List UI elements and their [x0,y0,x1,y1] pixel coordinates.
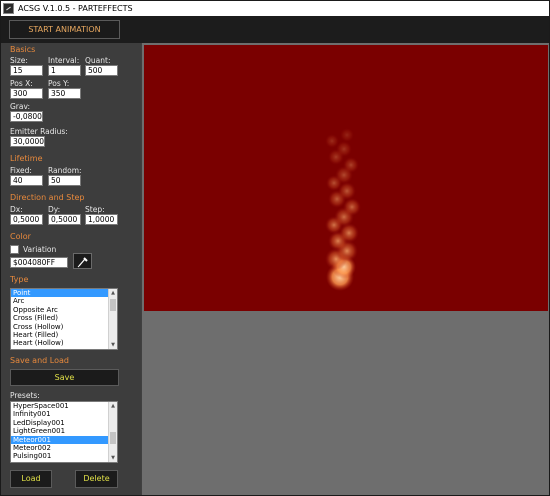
delete-button[interactable]: Delete [75,470,118,488]
save-load-heading: Save and Load [10,356,69,365]
step-input[interactable]: 1,0000 [85,214,118,225]
scrollbar-thumb[interactable] [110,299,116,311]
dx-label: Dx: [10,205,23,214]
scroll-up-icon[interactable]: ▲ [109,289,117,297]
scrollbar-thumb[interactable] [110,432,116,444]
pos-y-input[interactable]: 350 [48,88,81,99]
dy-input[interactable]: 0,5000 [48,214,81,225]
presets-label: Presets: [10,391,40,400]
fixed-label: Fixed: [10,166,32,175]
color-heading: Color [10,232,31,241]
quant-label: Quant: [85,56,111,65]
particle-canvas[interactable] [144,45,548,311]
quant-input[interactable]: 500 [85,65,118,76]
interval-label: Interval: [48,56,80,65]
direction-heading: Direction and Step [10,193,85,202]
grav-input[interactable]: -0,0800 [10,111,43,122]
pos-x-label: Pos X: [10,79,33,88]
eyedropper-icon [77,257,88,268]
lifetime-fixed-input[interactable]: 40 [10,175,43,186]
list-item[interactable]: Heart (Hollow) [11,339,117,347]
settings-panel: Basics Size: Interval: Quant: 15 1 500 P… [1,43,141,495]
scroll-up-icon[interactable]: ▲ [109,402,117,410]
step-label: Step: [85,205,105,214]
app-window: ACSG V.1.0.5 - PARTEFFECTS START ANIMATI… [0,0,550,496]
dx-input[interactable]: 0,5000 [10,214,43,225]
preview-area [142,43,549,495]
window-title: ACSG V.1.0.5 - PARTEFFECTS [18,4,133,13]
list-item[interactable]: LedDisplay001 [11,419,117,427]
emitter-radius-input[interactable]: 30,0000 [10,136,45,147]
scroll-down-icon[interactable]: ▼ [109,341,117,349]
save-button[interactable]: Save [10,369,119,386]
type-listbox[interactable]: Point Arc Opposite Arc Cross (Filled) Cross … [10,288,118,350]
emitter-radius-label: Emitter Radius: [10,127,68,136]
particle-effect [325,128,361,291]
list-item[interactable]: Point [11,289,117,298]
presets-scrollbar[interactable]: ▲ ▼ [108,402,117,462]
interval-input[interactable]: 1 [48,65,81,76]
particle [325,134,339,148]
grav-label: Grav: [10,102,31,111]
basics-heading: Basics [10,45,36,54]
type-heading: Type [10,275,29,284]
start-animation-button[interactable]: START ANIMATION [9,20,120,39]
color-value-input[interactable]: $004080FF [10,257,68,268]
variation-checkbox[interactable] [10,245,19,254]
random-label: Random: [48,166,82,175]
title-bar: ACSG V.1.0.5 - PARTEFFECTS [1,1,549,16]
list-item[interactable]: HyperSpace001 [11,402,117,410]
size-label: Size: [10,56,28,65]
pos-y-label: Pos Y: [48,79,70,88]
scroll-down-icon[interactable]: ▼ [109,454,117,462]
list-item[interactable]: Meteor001 [11,435,117,444]
list-item[interactable]: Cross (Hollow) [11,323,117,331]
list-item[interactable]: Cross (Filled) [11,314,117,322]
size-input[interactable]: 15 [10,65,43,76]
pos-x-input[interactable]: 300 [10,88,43,99]
load-button[interactable]: Load [10,470,52,488]
list-item[interactable]: Opposite Arc [11,306,117,314]
particle [340,128,354,142]
lifetime-heading: Lifetime [10,154,43,163]
variation-label: Variation [23,245,57,254]
particle [343,157,359,173]
list-item[interactable]: Meteor002 [11,444,117,452]
presets-listbox[interactable]: HyperSpace001 Infinity001 LedDisplay001 Lig… [10,401,118,463]
type-scrollbar[interactable]: ▲ ▼ [108,289,117,349]
list-item[interactable]: LightGreen001 [11,427,117,435]
lifetime-random-input[interactable]: 50 [48,175,81,186]
list-item[interactable]: Heart (Filled) [11,331,117,339]
color-picker-button[interactable] [73,253,92,269]
dy-label: Dy: [48,205,61,214]
list-item[interactable]: Infinity001 [11,410,117,418]
toolbar: START ANIMATION [1,16,549,43]
app-icon [3,3,14,14]
list-item[interactable]: Arc [11,297,117,305]
list-item[interactable]: Pulsing001 [11,452,117,460]
